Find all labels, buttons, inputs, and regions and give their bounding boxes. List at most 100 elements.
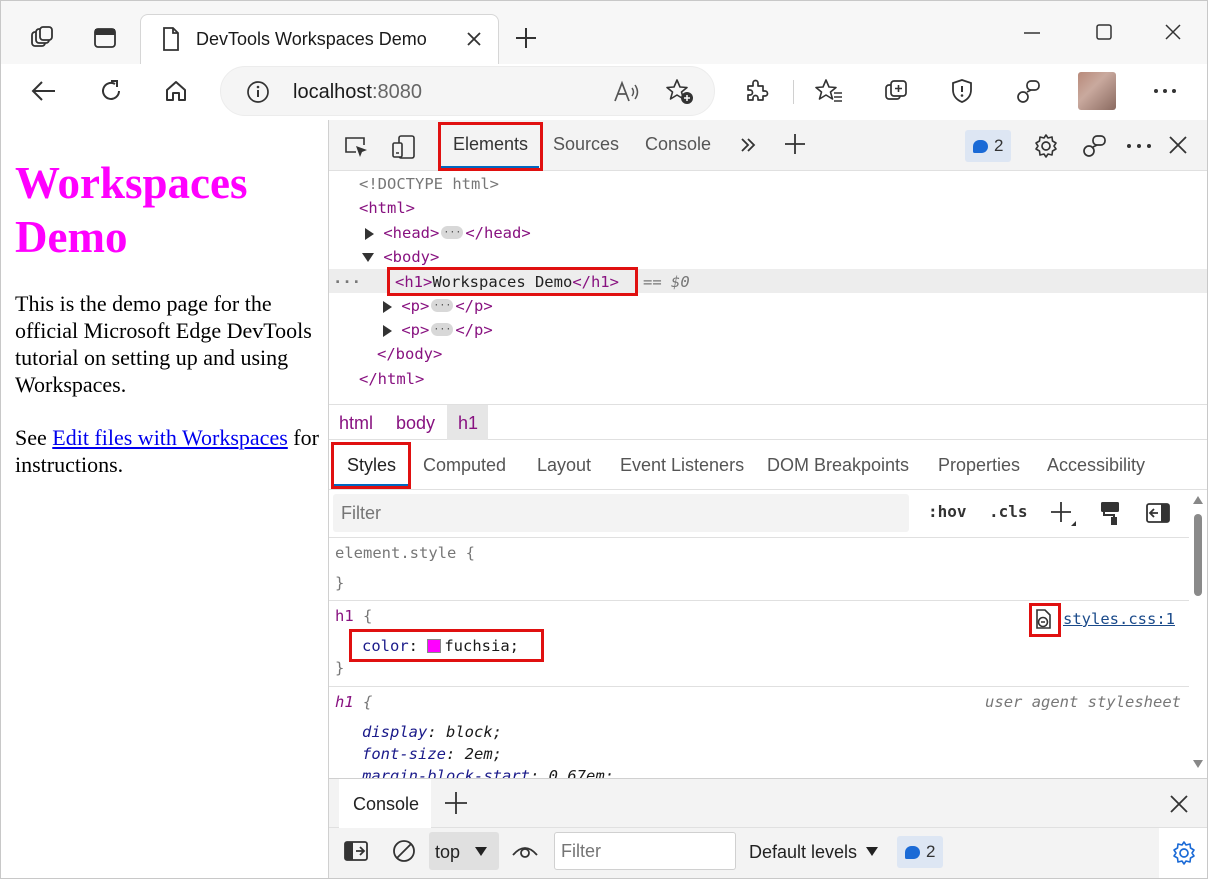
devtools-icon[interactable] (1011, 74, 1045, 108)
refresh-icon[interactable] (94, 74, 128, 108)
row-dots[interactable]: ··· (333, 270, 361, 294)
add-tab-icon[interactable] (784, 133, 806, 155)
browser-window: DevTools Workspaces Demo localhost:8080 … (0, 0, 1208, 879)
levels-dropdown-arrow-icon[interactable] (866, 847, 878, 856)
tab-event-listeners[interactable]: Event Listeners (620, 455, 744, 476)
tab-actions-icon[interactable] (88, 21, 122, 55)
expand-triangle-icon[interactable] (383, 324, 392, 337)
default-levels-dropdown[interactable]: Default levels (749, 842, 857, 863)
close-window-icon[interactable] (1156, 15, 1190, 49)
close-tab-icon[interactable] (462, 27, 486, 51)
ua-display-declaration[interactable]: display: block; (362, 723, 502, 741)
styles-source-link[interactable]: styles.css:1 (1063, 610, 1175, 628)
workspaces-icon[interactable] (25, 21, 59, 55)
ua-stylesheet-label: user agent stylesheet (985, 693, 1181, 711)
tab-bar: DevTools Workspaces Demo (1, 1, 1207, 67)
collapse-triangle-icon[interactable] (362, 253, 374, 262)
drawer-add-tab-icon[interactable] (444, 791, 468, 815)
collections-icon[interactable] (879, 74, 913, 108)
tab-properties[interactable]: Properties (938, 455, 1020, 476)
ua-margin-declaration[interactable]: margin-block-start: 0.67em; (362, 767, 614, 778)
collapsed-ellipsis[interactable]: ··· (441, 226, 464, 239)
drawer-tab-console[interactable]: Console (339, 779, 431, 828)
issues-badge[interactable]: 2 (965, 130, 1012, 162)
more-tabs-icon[interactable] (739, 136, 757, 154)
collapsed-ellipsis[interactable]: ··· (431, 299, 454, 312)
console-sidebar-icon[interactable] (343, 840, 369, 862)
breadcrumb-h1[interactable]: h1 (458, 413, 478, 434)
expand-triangle-icon[interactable] (383, 300, 392, 313)
dom-head-node[interactable]: <head> ··· </head> (365, 221, 531, 245)
dom-doctype[interactable]: <!DOCTYPE html> (359, 172, 499, 196)
console-settings-button[interactable] (1159, 828, 1207, 878)
extensions-icon[interactable] (739, 74, 773, 108)
tab-console[interactable]: Console (645, 134, 711, 155)
more-options-icon[interactable] (1148, 74, 1182, 108)
h1-rule-close: } (335, 659, 345, 677)
hov-button[interactable]: :hov (928, 502, 967, 521)
devtools-panel: Elements Sources Console 2 <!DOCTYPE htm… (328, 120, 1207, 878)
tab-computed[interactable]: Computed (423, 455, 506, 476)
styles-filter-input[interactable] (333, 494, 909, 532)
browser-essentials-icon[interactable] (945, 74, 979, 108)
element-style-rule: element.style { } (329, 538, 1189, 601)
scroll-up-icon[interactable] (1193, 496, 1203, 504)
tab-sources[interactable]: Sources (553, 134, 619, 155)
tab-accessibility[interactable]: Accessibility (1047, 455, 1145, 476)
back-icon[interactable] (27, 74, 61, 108)
console-issues-badge[interactable]: 2 (897, 836, 944, 868)
settings-gear-icon[interactable] (1033, 133, 1059, 159)
breadcrumb-body[interactable]: body (396, 413, 435, 434)
inspect-element-icon[interactable] (343, 135, 369, 159)
site-info-icon[interactable] (246, 80, 270, 104)
minimize-icon[interactable] (1015, 15, 1049, 49)
new-style-rule-icon[interactable] (1049, 500, 1077, 528)
read-aloud-icon[interactable] (613, 80, 641, 104)
device-emulation-icon[interactable] (391, 134, 417, 160)
favorites-icon[interactable] (812, 74, 846, 108)
live-expression-eye-icon[interactable] (511, 841, 539, 861)
dom-html-close[interactable]: </html> (359, 367, 424, 391)
scroll-thumb[interactable] (1194, 514, 1202, 596)
dom-p-node-1[interactable]: <p> ··· </p> (383, 294, 493, 318)
page-heading: Workspaces Demo (15, 158, 248, 262)
maximize-icon[interactable] (1087, 15, 1121, 49)
console-filter-input[interactable] (554, 832, 736, 870)
scroll-down-icon[interactable] (1193, 760, 1203, 768)
clear-console-icon[interactable] (391, 838, 417, 864)
expand-triangle-icon[interactable] (365, 227, 374, 240)
new-tab-icon[interactable] (509, 21, 543, 55)
breadcrumb-html[interactable]: html (339, 413, 373, 434)
close-drawer-icon[interactable] (1169, 794, 1189, 814)
dom-p-node-2[interactable]: <p> ··· </p> (383, 318, 493, 342)
collapsed-ellipsis[interactable]: ··· (431, 323, 454, 336)
home-icon[interactable] (159, 74, 193, 108)
styles-scrollbar[interactable] (1189, 490, 1207, 778)
more-devtools-options-icon[interactable] (1126, 143, 1152, 149)
context-selector[interactable]: top (429, 832, 499, 870)
element-style-selector[interactable]: element.style { (335, 544, 475, 562)
dom-body-close[interactable]: </body> (377, 342, 442, 366)
highlight-h1-node (387, 267, 638, 296)
dom-body-open[interactable]: <body> (362, 245, 439, 269)
customize-icon[interactable] (1081, 133, 1107, 159)
element-style-close: } (335, 574, 345, 592)
workspaces-link[interactable]: Edit files with Workspaces (52, 425, 288, 450)
ua-font-size-declaration[interactable]: font-size: 2em; (362, 745, 502, 763)
profile-avatar[interactable] (1078, 72, 1116, 110)
browser-tab[interactable]: DevTools Workspaces Demo (140, 14, 499, 64)
console-settings-gear-icon[interactable] (1171, 840, 1197, 866)
tab-layout[interactable]: Layout (537, 455, 591, 476)
h1-selector[interactable]: h1 { (335, 607, 372, 625)
issues-icon (973, 139, 988, 153)
toggle-sidebar-icon[interactable] (1145, 502, 1171, 524)
cls-button[interactable]: .cls (989, 502, 1028, 521)
ua-h1-selector[interactable]: h1 { (335, 693, 372, 711)
address-bar[interactable]: localhost:8080 (220, 66, 715, 116)
paint-format-icon[interactable] (1099, 500, 1121, 526)
add-favorite-icon[interactable] (665, 78, 695, 106)
close-devtools-icon[interactable] (1168, 135, 1188, 155)
highlight-color-declaration (349, 629, 544, 662)
dom-html-open[interactable]: <html> (359, 196, 415, 220)
tab-dom-breakpoints[interactable]: DOM Breakpoints (767, 455, 909, 476)
